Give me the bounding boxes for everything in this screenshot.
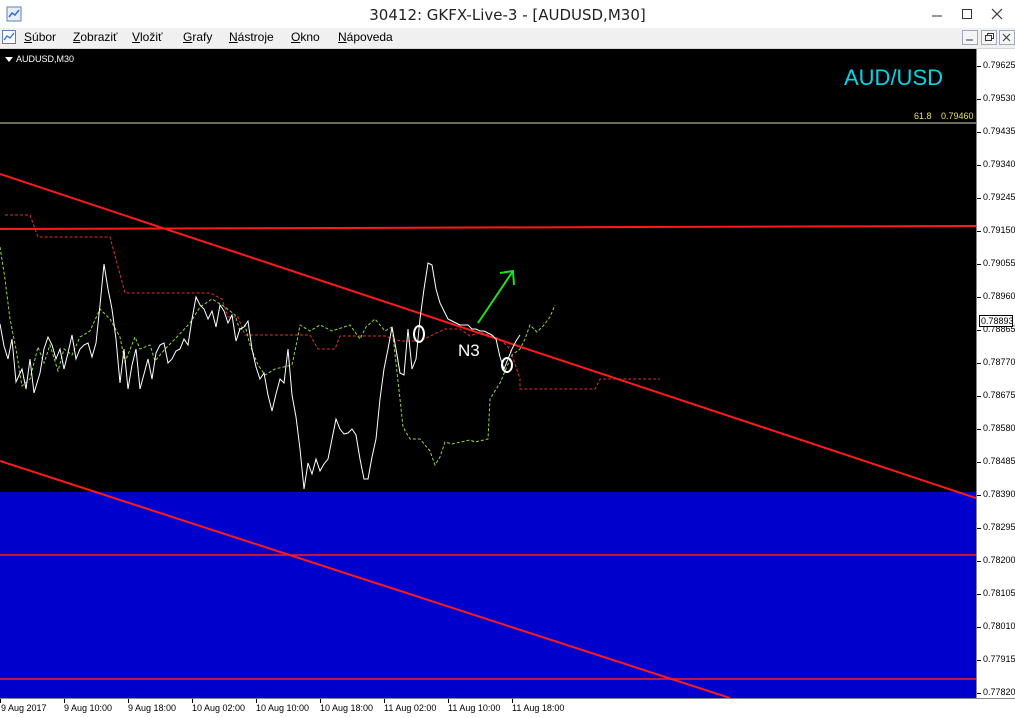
fib-price-label: 0.79460 — [941, 111, 974, 121]
symbol-label: AUDUSD,M30 — [16, 54, 75, 64]
close-button[interactable] — [982, 0, 1012, 28]
price-label: 0.77915 — [983, 654, 1015, 664]
dashed-red-indicator — [5, 214, 660, 390]
maximize-icon — [962, 9, 972, 19]
time-label: 10 Aug 10:00 — [256, 703, 310, 713]
window-title: 30412: GKFX-Live-3 - [AUDUSD,M30] — [369, 6, 646, 24]
time-label: 9 Aug 18:00 — [128, 703, 177, 713]
chart-window-icon[interactable] — [2, 30, 16, 44]
time-axis: 9 Aug 2017 9 Aug 10:00 9 Aug 18:00 10 Au… — [0, 698, 1015, 718]
menu-tools[interactable]: Nástroje — [229, 30, 274, 44]
current-price-marker: 0.78893 — [979, 315, 1014, 327]
minimize-icon — [932, 15, 942, 17]
minimize-button[interactable] — [922, 0, 952, 28]
fib-level-label: 61.8 — [914, 111, 932, 121]
time-label: 11 Aug 18:00 — [512, 703, 565, 713]
minimize-icon — [966, 39, 973, 41]
chart-drawing — [0, 122, 976, 698]
price-label: 0.78105 — [983, 588, 1015, 598]
title-bar: 30412: GKFX-Live-3 - [AUDUSD,M30] — [0, 0, 1015, 28]
restore-icon — [985, 33, 994, 41]
menu-file[interactable]: Súbor — [24, 30, 56, 44]
target-arrow — [477, 270, 514, 324]
blue-zone-rectangle — [0, 492, 976, 698]
menu-charts[interactable]: Grafy — [183, 30, 212, 44]
upper-trendline — [0, 173, 976, 499]
price-label: 0.79435 — [983, 126, 1015, 136]
time-label: 10 Aug 18:00 — [320, 703, 374, 713]
time-label: 9 Aug 10:00 — [64, 703, 113, 713]
price-label: 0.78390 — [983, 489, 1015, 499]
price-label: 0.78770 — [983, 357, 1015, 367]
price-label: 0.78580 — [983, 423, 1015, 433]
mdi-restore-button[interactable] — [981, 30, 997, 45]
close-icon — [991, 8, 1003, 20]
menu-help[interactable]: Nápoveda — [338, 30, 393, 44]
close-icon — [1002, 33, 1011, 42]
menu-window[interactable]: Okno — [291, 30, 320, 44]
time-label: 10 Aug 02:00 — [192, 703, 246, 713]
price-label: 0.79625 — [983, 60, 1015, 70]
price-label: 0.78200 — [983, 555, 1015, 565]
menu-bar: Súbor Zobraziť Vložiť Grafy Nástroje Okn… — [0, 28, 1015, 49]
time-label: 11 Aug 02:00 — [384, 703, 437, 713]
menu-insert[interactable]: Vložiť — [132, 30, 163, 44]
n3-annotation: N3 — [458, 341, 480, 360]
symbol-dropdown-icon[interactable] — [5, 57, 13, 62]
touch-circle-2 — [501, 357, 513, 373]
resistance-line — [0, 225, 976, 230]
chart-canvas[interactable]: AUDUSD,M30 AUD/USD 61.8 0.79460 N3 — [0, 49, 976, 698]
menu-view[interactable]: Zobraziť — [73, 30, 118, 44]
price-label: 0.78675 — [983, 390, 1015, 400]
pair-label: AUD/USD — [844, 65, 944, 90]
price-label: 0.79245 — [983, 192, 1015, 202]
time-label: 9 Aug 2017 — [1, 703, 47, 713]
mdi-minimize-button[interactable] — [962, 30, 978, 45]
maximize-button[interactable] — [952, 0, 982, 28]
price-label: 0.79530 — [983, 93, 1015, 103]
price-label: 0.79055 — [983, 258, 1015, 268]
price-label: 0.78485 — [983, 456, 1015, 466]
price-label: 0.78295 — [983, 522, 1015, 532]
price-label: 0.79340 — [983, 159, 1015, 169]
price-label: 0.79150 — [983, 225, 1015, 235]
price-line — [0, 262, 521, 490]
mdi-close-button[interactable] — [999, 30, 1015, 45]
time-label: 11 Aug 10:00 — [448, 703, 501, 713]
price-axis: 0.79625 0.79530 0.79435 0.79340 0.79245 … — [976, 49, 1015, 698]
price-label: 0.77820 — [983, 687, 1015, 697]
price-label: 0.78960 — [983, 291, 1015, 301]
price-label: 0.78010 — [983, 621, 1015, 631]
